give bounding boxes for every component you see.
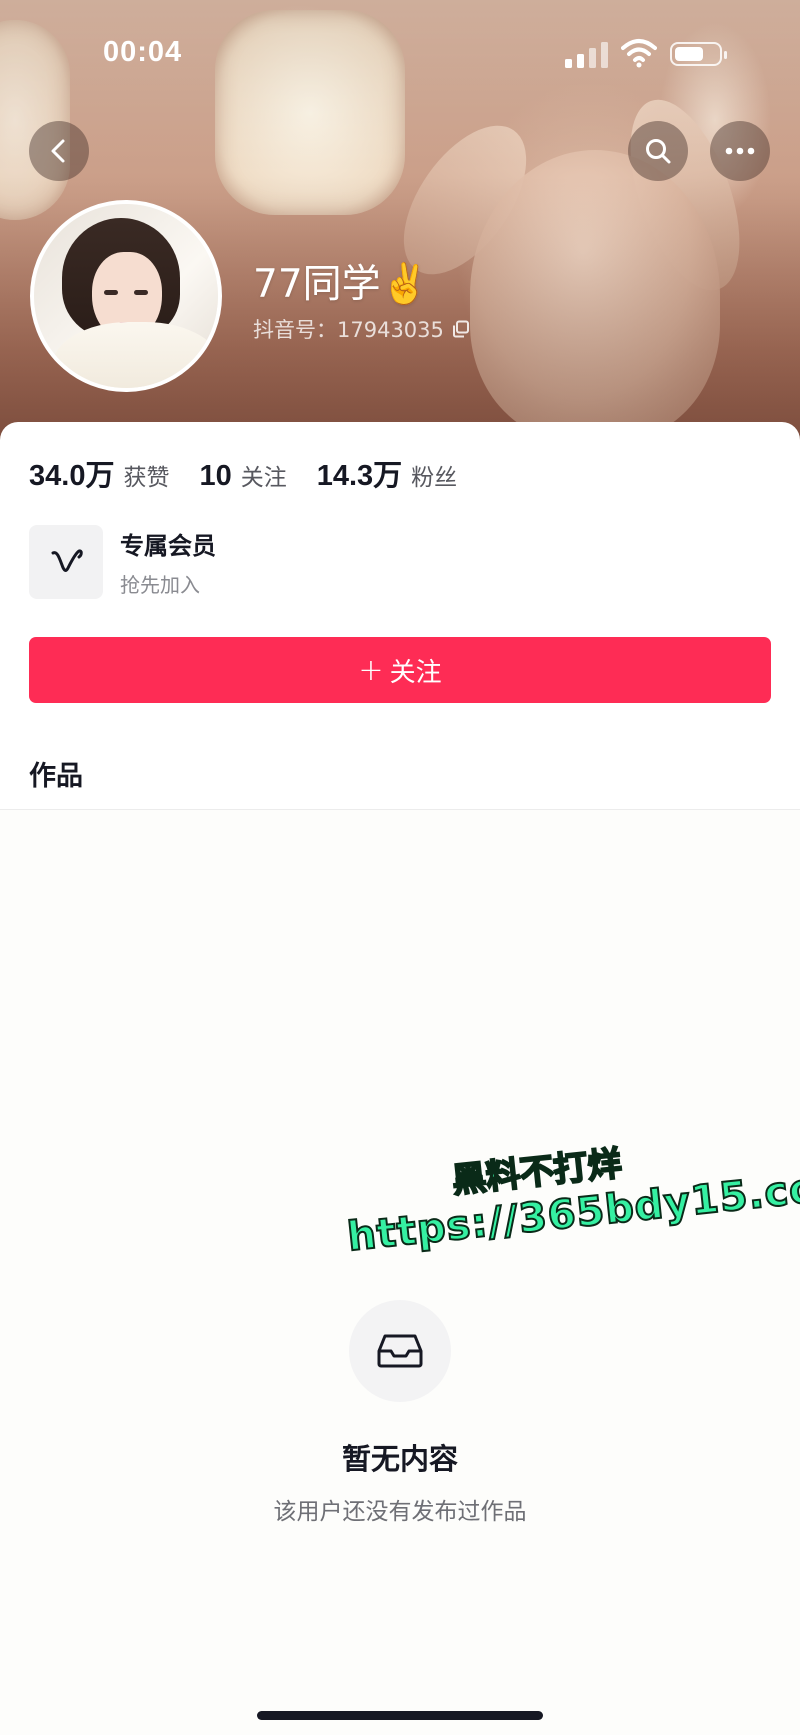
home-indicator[interactable]: [257, 1711, 543, 1720]
member-v-icon: [29, 525, 103, 599]
profile-stats: 34.0万 获赞 10 关注 14.3万 粉丝: [29, 452, 487, 494]
search-icon: [646, 139, 671, 164]
empty-state-title: 暂无内容: [341, 1442, 458, 1476]
stat-value: 34.0万: [29, 460, 115, 492]
stat-likes[interactable]: 34.0万 获赞: [29, 452, 169, 494]
tab-works[interactable]: 作品: [29, 754, 83, 793]
douyin-id[interactable]: 抖音号：17943035: [253, 314, 470, 344]
search-button[interactable]: [628, 121, 688, 181]
stat-label: 获赞: [123, 465, 170, 491]
wifi-icon: [621, 39, 657, 68]
username: 77同学✌️: [253, 262, 430, 307]
stat-followers[interactable]: 14.3万 粉丝: [317, 452, 457, 494]
membership-entry[interactable]: 专属会员 抢先加入: [29, 525, 216, 599]
stat-label: 粉丝: [411, 465, 458, 491]
stat-label: 关注: [240, 465, 287, 491]
more-dots-icon: [725, 147, 755, 155]
copy-icon[interactable]: [452, 320, 470, 338]
back-button[interactable]: [29, 121, 89, 181]
more-options-button[interactable]: [710, 121, 770, 181]
battery-icon: [670, 42, 727, 66]
cellular-signal-icon: [565, 42, 608, 68]
status-time: 00:04: [103, 36, 183, 68]
stat-value: 14.3万: [316, 460, 403, 492]
follow-button[interactable]: + 关注: [29, 637, 771, 703]
inbox-icon: [377, 1334, 423, 1368]
membership-subtitle: 抢先加入: [120, 573, 200, 597]
avatar[interactable]: [30, 200, 222, 392]
stat-value: 10: [199, 460, 232, 492]
follow-button-label: 关注: [389, 657, 442, 688]
stat-following[interactable]: 10 关注: [199, 458, 286, 493]
chevron-left-icon: [51, 139, 65, 163]
empty-state-subtitle: 该用户还没有发布过作品: [273, 1499, 527, 1525]
plus-icon: +: [358, 652, 384, 688]
membership-title: 专属会员: [120, 532, 216, 560]
douyin-id-text: 抖音号：17943035: [253, 318, 444, 342]
empty-state-icon-wrap: [349, 1300, 451, 1402]
